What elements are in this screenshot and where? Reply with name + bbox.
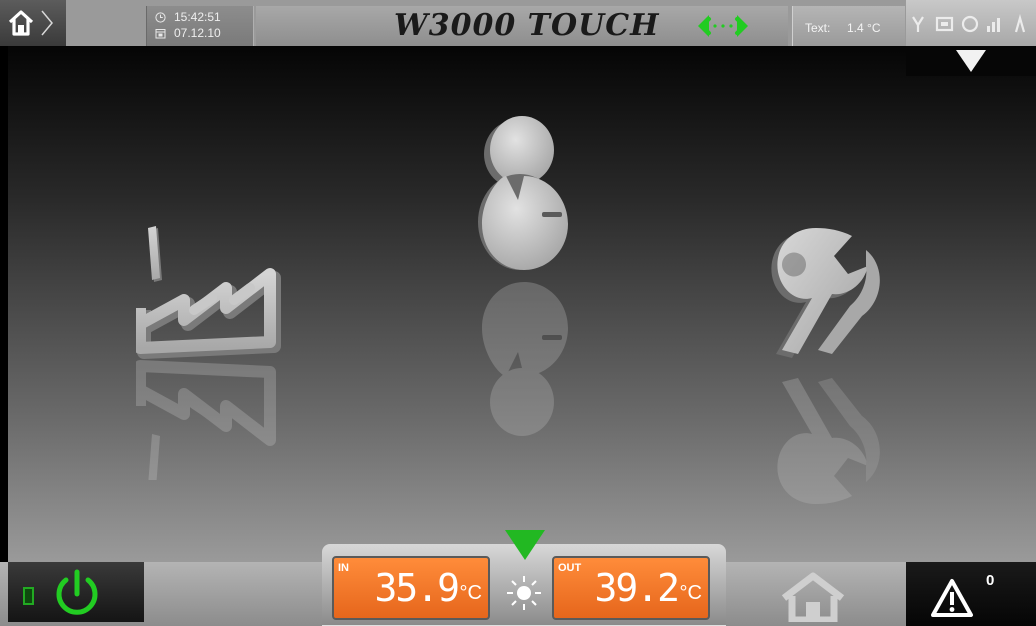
chart-icon bbox=[987, 18, 1000, 32]
chevron-down-icon bbox=[956, 50, 986, 72]
external-temp-label: Text: bbox=[805, 21, 831, 35]
temp-in-label: IN bbox=[338, 562, 349, 574]
sun-icon bbox=[507, 576, 541, 610]
temp-in-value: 35.9 bbox=[374, 566, 460, 610]
status-dropdown-toggle[interactable] bbox=[906, 46, 1036, 76]
signal-icon bbox=[912, 16, 924, 32]
power-icon bbox=[56, 569, 98, 615]
status-icons[interactable] bbox=[906, 0, 1036, 46]
temp-out-display[interactable]: OUT 39.2 °C bbox=[552, 556, 710, 620]
network-link-icon bbox=[698, 15, 748, 37]
calendar-icon bbox=[155, 28, 166, 38]
alarm-count: 0 bbox=[986, 572, 995, 589]
pump-icon bbox=[961, 15, 979, 33]
compressor-icon bbox=[935, 16, 954, 32]
user-menu-button[interactable] bbox=[476, 116, 580, 441]
temp-out-unit: °C bbox=[679, 582, 702, 604]
external-temperature: Text: 1.4 °C bbox=[792, 6, 905, 46]
service-menu-button[interactable] bbox=[762, 226, 892, 511]
temp-out-label: OUT bbox=[558, 562, 582, 574]
temp-out-value: 39.2 bbox=[594, 566, 680, 610]
user-icon bbox=[478, 116, 568, 436]
power-button[interactable] bbox=[8, 562, 144, 622]
home-icon bbox=[8, 10, 53, 36]
temperature-panel: IN 35.9 °C OUT 39.2 °C bbox=[322, 530, 726, 626]
app-title: W3000 TOUCH bbox=[394, 8, 660, 43]
datetime-display: 15:42:51 07.12.10 bbox=[146, 6, 254, 46]
temp-in-display[interactable]: IN 35.9 °C bbox=[332, 556, 490, 620]
top-bar: 15:42:51 07.12.10 W3000 TOUCH Text: 1.4 … bbox=[0, 0, 1036, 46]
home-icon bbox=[781, 572, 845, 624]
factory-icon bbox=[134, 226, 281, 488]
mode-indicator-icon[interactable] bbox=[505, 530, 545, 560]
clock-icon bbox=[155, 11, 166, 23]
hmi-screen: 15:42:51 07.12.10 W3000 TOUCH Text: 1.4 … bbox=[0, 0, 1036, 626]
door-icon bbox=[23, 587, 34, 605]
alarm-button[interactable]: 0 bbox=[906, 562, 1036, 626]
home-bottom-button[interactable] bbox=[778, 572, 848, 626]
date-value: 07.12.10 bbox=[174, 26, 221, 40]
wrench-icon bbox=[771, 228, 880, 504]
plant-menu-button[interactable] bbox=[134, 224, 282, 488]
title-bar: W3000 TOUCH bbox=[256, 6, 788, 46]
external-temp-value: 1.4 °C bbox=[847, 21, 881, 35]
warning-icon bbox=[931, 579, 973, 617]
temp-in-unit: °C bbox=[459, 582, 482, 604]
home-button[interactable] bbox=[0, 0, 66, 46]
time-value: 15:42:51 bbox=[174, 10, 221, 24]
fan-icon bbox=[1014, 14, 1026, 33]
